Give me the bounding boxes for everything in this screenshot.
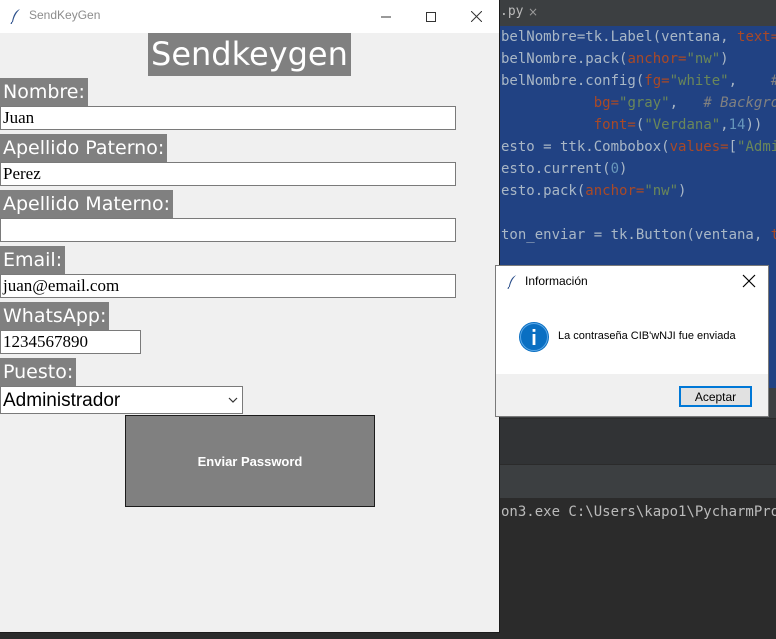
code-line: esto.pack(anchor="nw") — [501, 183, 687, 199]
window-body: Sendkeygen Nombre: Juan Apellido Paterno… — [0, 33, 499, 632]
nombre-input[interactable]: Juan — [0, 106, 456, 130]
code-line: esto = ttk.Combobox(values=["Admini — [501, 139, 776, 155]
code-line: belNombre.pack(anchor="nw") — [501, 51, 729, 67]
puesto-label: Puesto: — [0, 358, 77, 386]
dialog-message: La contraseña CIB'wNJI fue enviada — [558, 330, 736, 342]
email-label: Email: — [0, 246, 66, 274]
close-icon — [470, 11, 482, 22]
tk-feather-icon — [507, 275, 517, 289]
tk-feather-icon — [10, 9, 20, 24]
dialog-content: La contraseña CIB'wNJI fue enviada — [496, 297, 768, 374]
code-line: ton_enviar = tk.Button(ventana, te — [501, 227, 776, 243]
close-button[interactable] — [453, 0, 499, 33]
dialog-close-icon[interactable] — [742, 274, 756, 288]
code-line: belNombre.config(fg="white", # F — [501, 73, 776, 89]
whatsapp-label: WhatsApp: — [0, 302, 110, 330]
maximize-button[interactable] — [408, 0, 454, 33]
info-icon — [519, 322, 549, 352]
ide-run-tab-bar — [498, 464, 776, 499]
whatsapp-input[interactable]: 1234567890 — [0, 330, 141, 354]
aceptar-button[interactable]: Aceptar — [679, 386, 752, 407]
code-line: font=("Verdana",14)) — [593, 117, 763, 133]
ide-file-tab[interactable]: .py — [498, 0, 529, 26]
dialog-title: Información — [525, 274, 588, 288]
ide-tab-close-icon[interactable]: × — [528, 0, 538, 24]
minimize-button[interactable] — [363, 0, 409, 33]
nombre-label: Nombre: — [0, 78, 88, 106]
code-line: bg="gray", # Backgrou — [593, 95, 776, 111]
puesto-combobox[interactable]: Administrador — [0, 386, 243, 414]
code-line: esto.current(0) — [501, 161, 628, 177]
email-input[interactable]: juan@email.com — [0, 274, 456, 298]
apellido-paterno-label: Apellido Paterno: — [0, 134, 168, 162]
app-heading: Sendkeygen — [148, 33, 351, 76]
chevron-down-icon[interactable] — [228, 397, 238, 404]
minimize-icon — [381, 16, 391, 17]
info-dialog: Información La contraseña CIB'wNJI fue e… — [495, 265, 769, 417]
apellido-materno-input[interactable] — [0, 218, 456, 242]
dialog-titlebar[interactable]: Información — [496, 266, 768, 297]
ide-tab-bar: .py × — [498, 0, 776, 26]
sendkeygen-window: SendKeyGen Sendkeygen Nombre: Juan Apell… — [0, 0, 500, 633]
console-line: on3.exe C:\Users\kapo1\PycharmProje — [501, 504, 776, 520]
apellido-materno-label: Apellido Materno: — [0, 190, 174, 218]
window-titlebar[interactable]: SendKeyGen — [0, 0, 499, 33]
apellido-paterno-input[interactable]: Perez — [0, 162, 456, 186]
ide-file-tab-label: .py — [500, 4, 524, 19]
window-title: SendKeyGen — [29, 8, 101, 22]
enviar-password-button[interactable]: Enviar Password — [125, 415, 375, 507]
puesto-selected-value: Administrador — [3, 390, 121, 411]
code-line: belNombre=tk.Label(ventana, text=" — [501, 29, 776, 45]
maximize-icon — [426, 11, 436, 22]
ide-panel-toolbar — [498, 418, 776, 465]
ide-run-console: on3.exe C:\Users\kapo1\PycharmProje — [498, 498, 776, 639]
